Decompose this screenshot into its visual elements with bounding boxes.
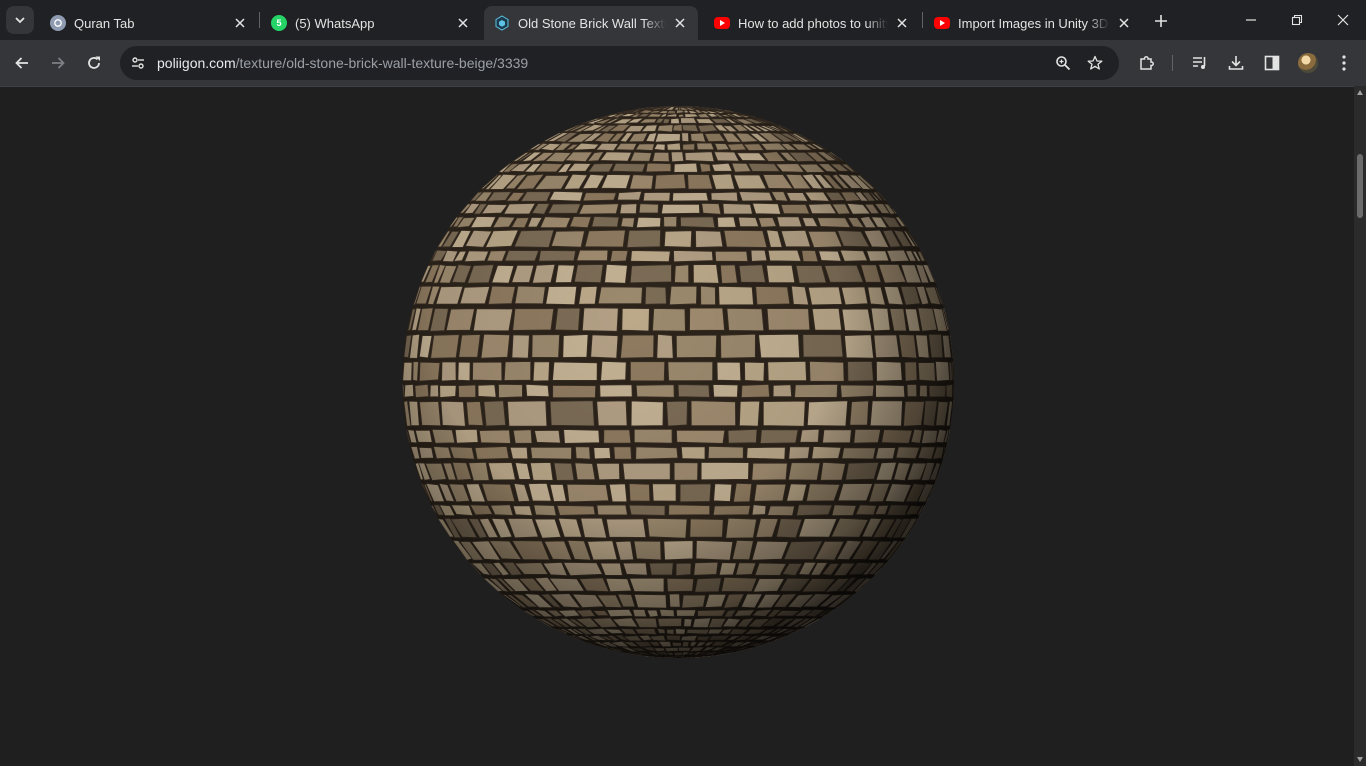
tab-youtube-add-photos[interactable]: How to add photos to unity: [704, 6, 920, 40]
kebab-menu-icon: [1342, 55, 1346, 71]
minimize-button[interactable]: [1228, 0, 1274, 40]
restore-icon: [1291, 14, 1303, 26]
star-icon[interactable]: [1084, 52, 1106, 74]
tab-separator: [922, 12, 923, 28]
url-path: /texture/old-stone-brick-wall-texture-be…: [235, 55, 529, 71]
close-window-button[interactable]: [1320, 0, 1366, 40]
address-bar[interactable]: poliigon.com/texture/old-stone-brick-wal…: [120, 46, 1119, 80]
side-panel-button[interactable]: [1256, 47, 1288, 79]
whatsapp-icon: 5: [271, 15, 287, 31]
close-icon[interactable]: [672, 15, 688, 31]
restore-button[interactable]: [1274, 0, 1320, 40]
zoom-icon[interactable]: [1052, 52, 1074, 74]
reload-button[interactable]: [78, 47, 110, 79]
side-panel-icon: [1263, 54, 1281, 72]
tab-title: How to add photos to unity: [738, 15, 888, 31]
back-arrow-icon: [14, 55, 30, 71]
minimize-icon: [1245, 14, 1257, 26]
downloads-button[interactable]: [1220, 47, 1252, 79]
url-text: poliigon.com/texture/old-stone-brick-wal…: [157, 55, 528, 71]
youtube-icon: [714, 17, 730, 29]
quran-icon: [50, 15, 66, 31]
close-icon[interactable]: [1116, 15, 1132, 31]
close-icon[interactable]: [455, 15, 471, 31]
back-button[interactable]: [6, 47, 38, 79]
tab-quran[interactable]: Quran Tab: [40, 6, 258, 40]
tab-separator: [259, 12, 260, 28]
chevron-down-icon: [14, 14, 26, 26]
tab-strip: Quran Tab 5 (5) WhatsApp Old Stone Brick…: [0, 0, 1366, 40]
reload-icon: [86, 55, 102, 71]
forward-arrow-icon: [50, 55, 66, 71]
scroll-up-arrow[interactable]: [1357, 90, 1363, 95]
texture-preview-sphere[interactable]: [400, 104, 956, 660]
menu-button[interactable]: [1328, 47, 1360, 79]
new-tab-button[interactable]: [1148, 8, 1174, 34]
profile-avatar[interactable]: [1298, 53, 1318, 73]
stone-sphere-image: [402, 106, 954, 658]
close-icon[interactable]: [894, 15, 910, 31]
media-control-icon: [1191, 54, 1209, 72]
tab-poliigon[interactable]: Old Stone Brick Wall Texture: [484, 6, 698, 40]
url-host: poliigon.com: [157, 55, 236, 71]
tab-title: Quran Tab: [74, 15, 135, 31]
extensions-button[interactable]: [1131, 47, 1163, 79]
close-icon[interactable]: [232, 15, 248, 31]
download-icon: [1227, 54, 1245, 72]
tune-icon[interactable]: [126, 51, 150, 75]
tab-youtube-import-images[interactable]: Import Images in Unity 3D -: [924, 6, 1142, 40]
forward-button[interactable]: [42, 47, 74, 79]
tab-whatsapp[interactable]: 5 (5) WhatsApp: [261, 6, 481, 40]
tab-title: (5) WhatsApp: [295, 15, 375, 31]
media-control-button[interactable]: [1184, 47, 1216, 79]
stone-brick: [672, 657, 677, 658]
tab-search-button[interactable]: [6, 6, 34, 34]
tab-title: Import Images in Unity 3D -: [958, 15, 1110, 31]
youtube-icon: [934, 17, 950, 29]
scroll-down-arrow[interactable]: [1357, 757, 1363, 762]
plus-icon: [1154, 14, 1168, 28]
scrollbar-thumb[interactable]: [1357, 154, 1363, 218]
browser-toolbar: poliigon.com/texture/old-stone-brick-wal…: [0, 40, 1366, 86]
close-icon: [1337, 14, 1349, 26]
page-scrollbar[interactable]: [1354, 86, 1366, 766]
tab-title: Old Stone Brick Wall Texture: [518, 15, 666, 31]
toolbar-divider: [1172, 55, 1173, 71]
poliigon-icon: [494, 15, 510, 31]
puzzle-icon: [1138, 54, 1156, 72]
